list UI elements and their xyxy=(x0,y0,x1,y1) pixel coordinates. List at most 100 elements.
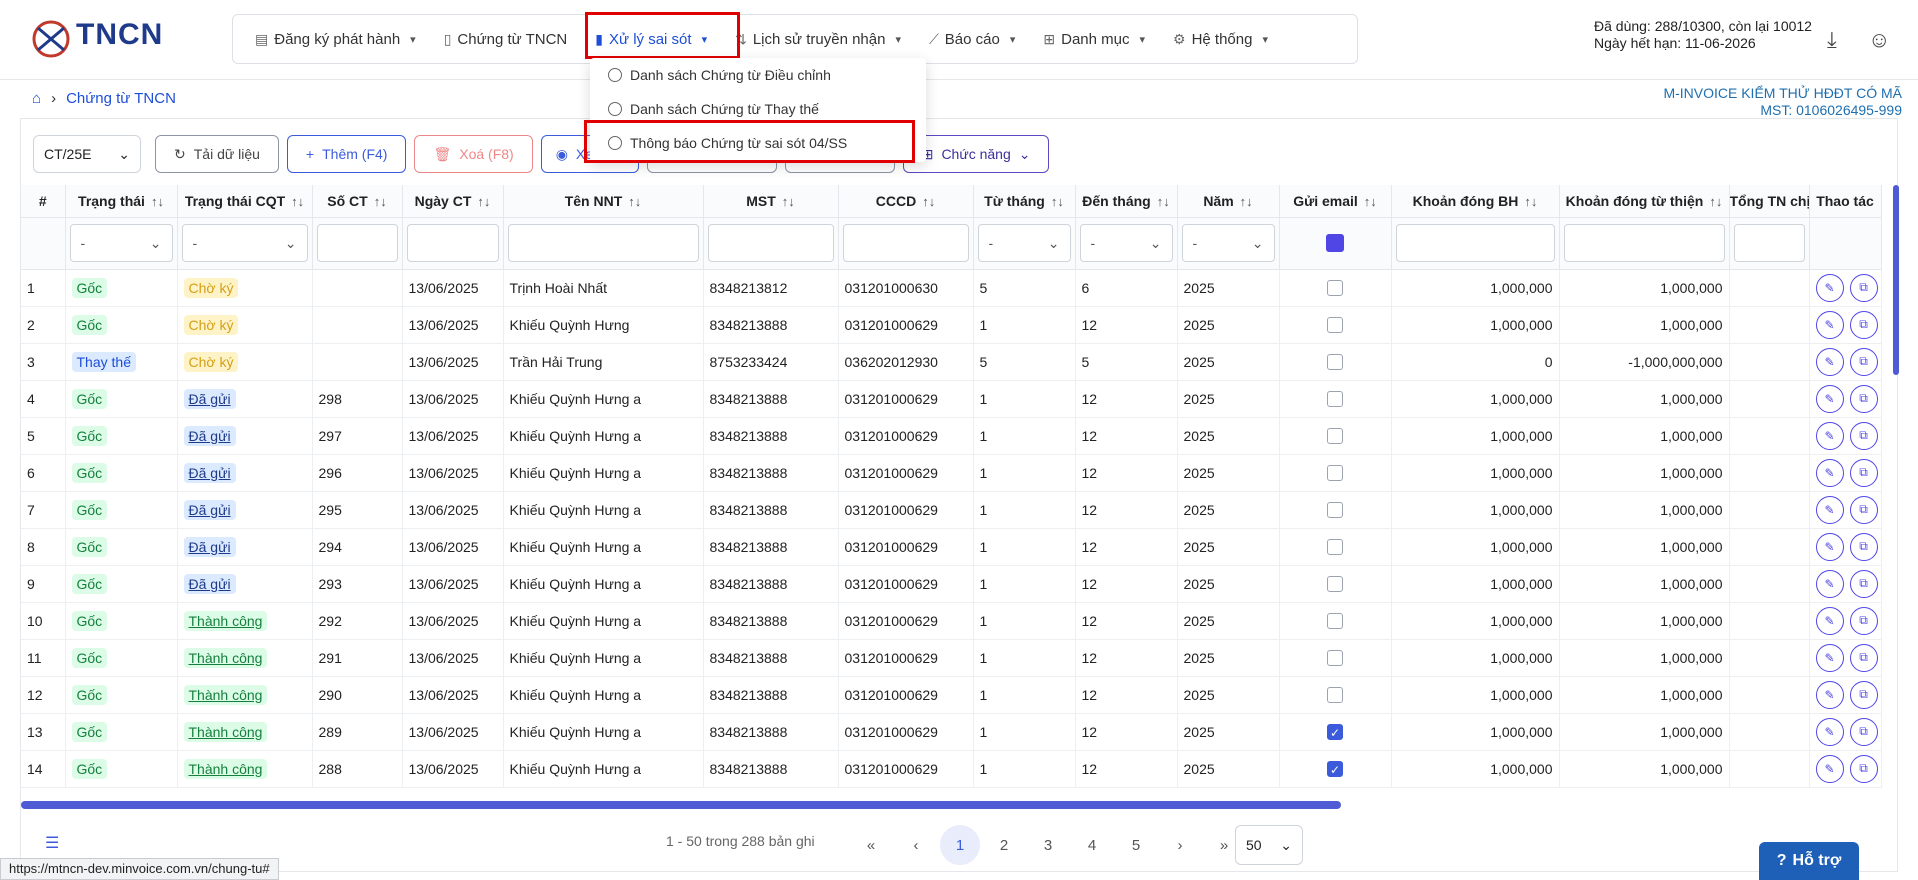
sort-icon[interactable]: ↑↓ xyxy=(782,194,795,209)
table-row[interactable]: 14 Gốc Thành công 288 13/06/2025 Khiếu Quỳnh … xyxy=(21,750,1882,788)
filter-select[interactable]: - ⌄ xyxy=(69,224,173,262)
column-header[interactable]: Khoản đóng BH ↑↓ xyxy=(1391,185,1560,218)
table-row[interactable]: 11 Gốc Thành công 291 13/06/2025 Khiếu Quỳnh … xyxy=(21,639,1882,677)
vertical-scrollbar[interactable] xyxy=(1893,185,1899,375)
edit-icon[interactable]: ✎ xyxy=(1815,421,1844,450)
email-checkbox[interactable] xyxy=(1327,280,1343,297)
edit-icon[interactable]: ✎ xyxy=(1815,310,1844,339)
list-icon[interactable]: ☰ xyxy=(45,833,59,853)
copy-icon[interactable]: ⧉ xyxy=(1849,458,1878,487)
column-header[interactable]: Khoản đóng từ thiện ↑↓ xyxy=(1559,185,1730,218)
page-2-button[interactable]: 2 xyxy=(984,825,1024,865)
email-checkbox[interactable] xyxy=(1327,391,1343,408)
table-row[interactable]: 9 Gốc Đã gửi 293 13/06/2025 Khiếu Quỳnh Hưng … xyxy=(21,565,1882,603)
cqt-status-badge[interactable]: Đã gửi xyxy=(183,573,236,594)
template-select[interactable]: CT/25E ⌄ xyxy=(33,135,141,173)
cqt-status-badge[interactable]: Thành công xyxy=(183,758,268,779)
table-row[interactable]: 10 Gốc Thành công 292 13/06/2025 Khiếu Quỳnh … xyxy=(21,602,1882,640)
add-button[interactable]: + Thêm (F4) xyxy=(286,135,407,173)
copy-icon[interactable]: ⧉ xyxy=(1849,310,1878,339)
column-header[interactable]: Ngày CT ↑↓ xyxy=(402,185,504,218)
email-checkbox[interactable] xyxy=(1327,687,1343,704)
column-header[interactable]: MST ↑↓ xyxy=(703,185,839,218)
copy-icon[interactable]: ⧉ xyxy=(1849,273,1878,302)
sort-icon[interactable]: ↑↓ xyxy=(922,194,935,209)
filter-select[interactable]: - ⌄ xyxy=(977,224,1071,262)
edit-icon[interactable]: ✎ xyxy=(1815,384,1844,413)
prev-page-icon[interactable]: ‹ xyxy=(896,825,936,865)
copy-icon[interactable]: ⧉ xyxy=(1849,643,1878,672)
table-row[interactable]: 5 Gốc Đã gửi 297 13/06/2025 Khiếu Quỳnh Hưng … xyxy=(21,417,1882,455)
column-header[interactable]: Trạng thái CQT ↑↓ xyxy=(177,185,313,218)
table-row[interactable]: 7 Gốc Đã gửi 295 13/06/2025 Khiếu Quỳnh Hưng … xyxy=(21,491,1882,529)
sort-icon[interactable]: ↑↓ xyxy=(1240,194,1253,209)
column-header[interactable]: Số CT ↑↓ xyxy=(312,185,403,218)
table-row[interactable]: 3 Thay thế Chờ ký 13/06/2025 Trần Hải Trung 8… xyxy=(21,343,1882,381)
edit-icon[interactable]: ✎ xyxy=(1815,606,1844,635)
support-button[interactable]: ? Hỗ trợ xyxy=(1759,842,1859,880)
column-header[interactable]: Gửi email ↑↓ xyxy=(1279,185,1392,218)
sort-icon[interactable]: ↑↓ xyxy=(151,194,164,209)
email-checkbox[interactable]: ✓ xyxy=(1327,724,1343,741)
nav-lich-su-truyen-nhan[interactable]: ⇅ Lịch sử truyền nhận ▾ xyxy=(721,14,915,64)
edit-icon[interactable]: ✎ xyxy=(1815,273,1844,302)
edit-icon[interactable]: ✎ xyxy=(1815,754,1844,783)
email-checkbox[interactable] xyxy=(1327,502,1343,519)
email-checkbox[interactable] xyxy=(1327,354,1343,371)
column-header[interactable]: Thao tác xyxy=(1809,185,1882,218)
column-header[interactable]: CCCD ↑↓ xyxy=(838,185,974,218)
filter-input[interactable] xyxy=(842,224,969,262)
download-icon[interactable]: ⤓ xyxy=(1827,27,1837,53)
table-row[interactable]: 4 Gốc Đã gửi 298 13/06/2025 Khiếu Quỳnh Hưng … xyxy=(21,380,1882,418)
edit-icon[interactable]: ✎ xyxy=(1815,643,1844,672)
sort-icon[interactable]: ↑↓ xyxy=(628,194,641,209)
copy-icon[interactable]: ⧉ xyxy=(1849,717,1878,746)
edit-icon[interactable]: ✎ xyxy=(1815,347,1844,376)
column-header[interactable]: # xyxy=(21,185,66,218)
nav-bao-cao[interactable]: ⟋ Báo cáo ▾ xyxy=(915,14,1029,64)
copy-icon[interactable]: ⧉ xyxy=(1849,495,1878,524)
copy-icon[interactable]: ⧉ xyxy=(1849,680,1878,709)
sort-icon[interactable]: ↑↓ xyxy=(1524,194,1537,209)
sort-icon[interactable]: ↑↓ xyxy=(1051,194,1064,209)
edit-icon[interactable]: ✎ xyxy=(1815,458,1844,487)
nav-he-thong[interactable]: ⚙ Hệ thống ▾ xyxy=(1159,14,1282,64)
column-header[interactable]: Đến tháng ↑↓ xyxy=(1075,185,1178,218)
table-row[interactable]: 1 Gốc Chờ ký 13/06/2025 Trịnh Hoài Nhất 83482… xyxy=(21,269,1882,307)
column-header[interactable]: Trạng thái ↑↓ xyxy=(65,185,178,218)
sort-icon[interactable]: ↑↓ xyxy=(1709,194,1722,209)
email-checkbox[interactable] xyxy=(1327,650,1343,667)
cqt-status-badge[interactable]: Đã gửi xyxy=(183,499,236,520)
copy-icon[interactable]: ⧉ xyxy=(1849,532,1878,561)
filter-input[interactable] xyxy=(707,224,834,262)
edit-icon[interactable]: ✎ xyxy=(1815,680,1844,709)
edit-icon[interactable]: ✎ xyxy=(1815,569,1844,598)
cqt-status-badge[interactable]: Đã gửi xyxy=(183,388,236,409)
copy-icon[interactable]: ⧉ xyxy=(1849,606,1878,635)
filter-select[interactable]: - ⌄ xyxy=(181,224,308,262)
sort-icon[interactable]: ↑↓ xyxy=(1157,194,1170,209)
email-checkbox[interactable] xyxy=(1327,539,1343,556)
logo[interactable]: TNCN xyxy=(30,18,180,62)
filter-input[interactable] xyxy=(1395,224,1555,262)
reload-button[interactable]: ↻ Tải dữ liệu xyxy=(155,135,279,173)
cqt-status-badge[interactable]: Đã gửi xyxy=(183,536,236,557)
page-3-button[interactable]: 3 xyxy=(1028,825,1068,865)
column-header[interactable]: Năm ↑↓ xyxy=(1177,185,1280,218)
nav-chung-tu-tncn[interactable]: ▯ Chứng từ TNCN xyxy=(430,14,582,64)
page-5-button[interactable]: 5 xyxy=(1116,825,1156,865)
filter-input[interactable] xyxy=(316,224,398,262)
next-page-icon[interactable]: › xyxy=(1160,825,1200,865)
edit-icon[interactable]: ✎ xyxy=(1815,495,1844,524)
column-header[interactable]: Từ tháng ↑↓ xyxy=(973,185,1076,218)
filter-select[interactable]: - ⌄ xyxy=(1181,224,1275,262)
breadcrumb-current[interactable]: Chứng từ TNCN xyxy=(66,90,176,107)
email-checkbox[interactable]: ✓ xyxy=(1327,761,1343,778)
copy-icon[interactable]: ⧉ xyxy=(1849,569,1878,598)
nav-dang-ky-phat-hanh[interactable]: ▤ Đăng ký phát hành ▾ xyxy=(241,14,430,64)
first-page-icon[interactable]: « xyxy=(851,825,891,865)
email-checkbox[interactable] xyxy=(1327,428,1343,445)
home-icon[interactable]: ⌂ xyxy=(32,90,41,107)
table-row[interactable]: 2 Gốc Chờ ký 13/06/2025 Khiếu Quỳnh Hưng 8348… xyxy=(21,306,1882,344)
sort-icon[interactable]: ↑↓ xyxy=(374,194,387,209)
